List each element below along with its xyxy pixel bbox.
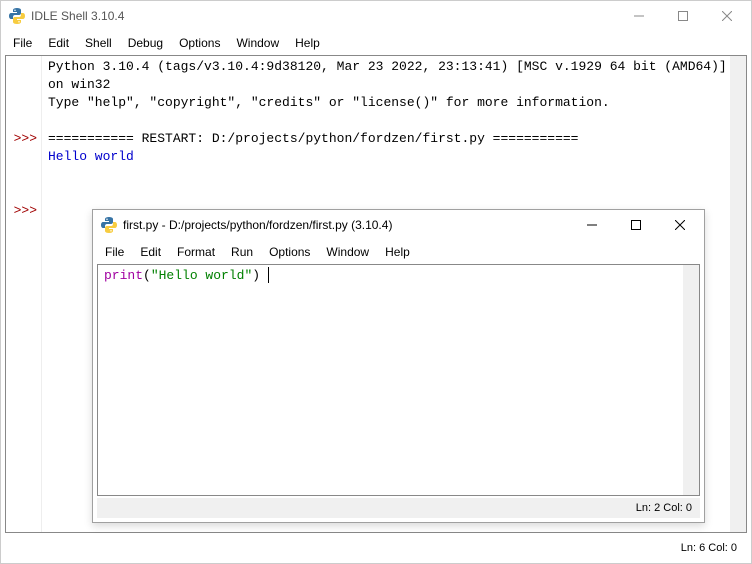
vertical-scrollbar[interactable] — [683, 265, 699, 495]
editor-window-controls — [570, 211, 702, 239]
prompt: >>> — [8, 202, 37, 220]
editor-text-widget[interactable]: print("Hello world") — [97, 264, 700, 496]
shell-titlebar[interactable]: IDLE Shell 3.10.4 — [1, 1, 751, 31]
menu-edit[interactable]: Edit — [40, 33, 77, 53]
menu-file[interactable]: File — [97, 242, 132, 262]
shell-window-controls — [617, 2, 749, 30]
prompt: >>> — [8, 130, 37, 148]
vertical-scrollbar[interactable] — [730, 56, 746, 532]
code-string: "Hello world" — [151, 268, 252, 283]
minimize-button[interactable] — [617, 2, 661, 30]
shell-menubar: File Edit Shell Debug Options Window Hel… — [1, 31, 751, 55]
code-close-paren: ) — [252, 268, 260, 283]
menu-help[interactable]: Help — [377, 242, 418, 262]
code-func: print — [104, 268, 143, 283]
banner-line-1: Python 3.10.4 (tags/v3.10.4:9d38120, Mar… — [48, 59, 735, 92]
banner-line-2: Type "help", "copyright", "credits" or "… — [48, 95, 610, 110]
menu-help[interactable]: Help — [287, 33, 328, 53]
shell-statusbar: Ln: 6 Col: 0 — [5, 537, 747, 559]
python-icon — [101, 217, 117, 233]
menu-edit[interactable]: Edit — [132, 242, 169, 262]
restart-line: =========== RESTART: D:/projects/python/… — [48, 131, 579, 146]
maximize-button[interactable] — [661, 2, 705, 30]
menu-options[interactable]: Options — [261, 242, 318, 262]
menu-shell[interactable]: Shell — [77, 33, 120, 53]
close-button[interactable] — [705, 2, 749, 30]
menu-debug[interactable]: Debug — [120, 33, 171, 53]
menu-run[interactable]: Run — [223, 242, 261, 262]
menu-options[interactable]: Options — [171, 33, 228, 53]
menu-window[interactable]: Window — [318, 242, 377, 262]
editor-statusbar: Ln: 2 Col: 0 — [97, 498, 700, 518]
code-open-paren: ( — [143, 268, 151, 283]
menu-file[interactable]: File — [5, 33, 40, 53]
maximize-button[interactable] — [614, 211, 658, 239]
stdout-line: Hello world — [48, 149, 134, 164]
text-cursor — [268, 267, 269, 283]
editor-title-text: first.py - D:/projects/python/fordzen/fi… — [123, 218, 570, 232]
python-icon — [9, 8, 25, 24]
editor-menubar: File Edit Format Run Options Window Help — [93, 240, 704, 264]
editor-cursor-position: Ln: 2 Col: 0 — [636, 502, 692, 514]
prompt-gutter: >>> >>> — [6, 56, 42, 532]
minimize-button[interactable] — [570, 211, 614, 239]
shell-cursor-position: Ln: 6 Col: 0 — [681, 542, 737, 554]
shell-title-text: IDLE Shell 3.10.4 — [31, 9, 617, 23]
menu-window[interactable]: Window — [228, 33, 287, 53]
idle-editor-window: first.py - D:/projects/python/fordzen/fi… — [92, 209, 705, 523]
editor-titlebar[interactable]: first.py - D:/projects/python/fordzen/fi… — [93, 210, 704, 240]
close-button[interactable] — [658, 211, 702, 239]
menu-format[interactable]: Format — [169, 242, 223, 262]
